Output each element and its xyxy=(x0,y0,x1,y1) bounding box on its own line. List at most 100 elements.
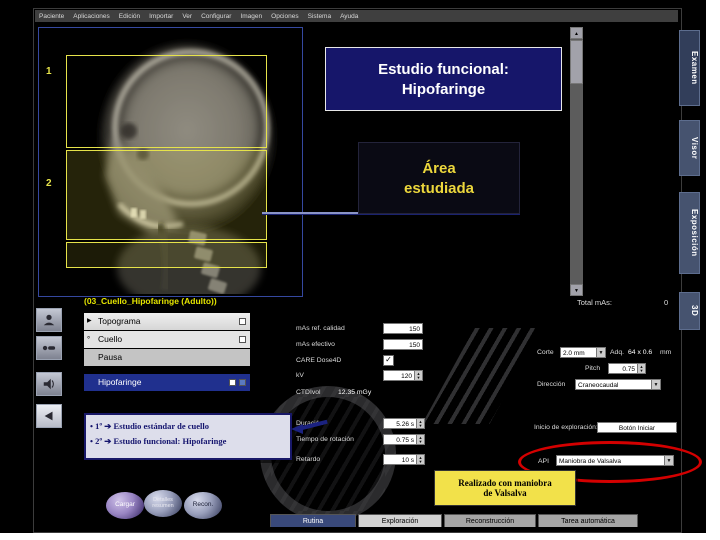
audio-instruction-button[interactable] xyxy=(36,372,62,396)
direction-dropdown[interactable]: Craneocaudal ▼ xyxy=(575,379,661,390)
tab-3d[interactable]: 3D xyxy=(679,292,700,330)
tab-exploracion[interactable]: Exploración xyxy=(358,514,442,527)
pitch-spinner[interactable]: ▲ ▼ xyxy=(638,363,646,374)
callout-area-line2: estudiada xyxy=(403,179,475,197)
rotation-value[interactable]: 0.75 s xyxy=(383,434,417,445)
detalles-button-label: Detalles resumen xyxy=(152,496,174,509)
step-topograma-label: Topograma xyxy=(98,316,141,326)
delay-value[interactable]: 10 s xyxy=(383,454,417,465)
valsalva-note-line2: de Valsalva xyxy=(483,488,527,498)
kv-value[interactable]: 120 xyxy=(383,370,415,381)
scan-range-box-1[interactable] xyxy=(66,55,267,148)
step-hipofaringe[interactable]: Hipofaringe xyxy=(84,374,250,391)
tab-rutina[interactable]: Rutina xyxy=(270,514,356,527)
rotation-spinner[interactable]: ▲ ▼ xyxy=(417,434,425,445)
duration-value[interactable]: 5.26 s xyxy=(383,418,417,429)
mas-ref-field[interactable]: 150 xyxy=(383,323,423,334)
tab-examen[interactable]: Examen xyxy=(679,30,700,106)
console-screenshot: Paciente Aplicaciones Edición Importar V… xyxy=(0,0,706,533)
delay-spinner[interactable]: ▲ ▼ xyxy=(417,454,425,465)
callout-functional-study: Estudio funcional: Hipofaringe xyxy=(325,47,562,111)
ctdi-label: CTDIvol xyxy=(296,389,321,396)
pitch-field[interactable]: 0.75 ▲ ▼ xyxy=(608,363,646,374)
mas-eff-label: mAs efectivo xyxy=(296,341,335,348)
kv-spinner[interactable]: ▲ ▼ xyxy=(415,370,423,381)
step-cuello[interactable]: ° Cuello xyxy=(84,331,250,348)
duration-field[interactable]: 5.26 s ▲ ▼ xyxy=(383,418,425,429)
tab-exposicion[interactable]: Exposición xyxy=(679,192,700,274)
scroll-down-icon[interactable]: ▼ xyxy=(570,284,583,296)
slice-value[interactable]: 2.0 mm xyxy=(560,347,597,358)
patient-head-icon xyxy=(43,314,55,326)
care-dose-label: CARE Dose4D xyxy=(296,357,342,364)
image-area-scrollbar[interactable]: ▲ ▼ xyxy=(570,27,583,296)
menu-item-opciones[interactable]: Opciones xyxy=(271,13,298,20)
mas-eff-field[interactable]: 150 xyxy=(383,339,423,350)
menu-item-aplicaciones[interactable]: Aplicaciones xyxy=(73,13,110,20)
tab-visor[interactable]: Visor xyxy=(679,120,700,176)
mas-ref-value[interactable]: 150 xyxy=(383,323,423,334)
menu-item-paciente[interactable]: Paciente xyxy=(39,13,64,20)
step-hipofaringe-recon-box[interactable] xyxy=(239,379,246,386)
dropdown-arrow-icon[interactable]: ▼ xyxy=(597,347,606,358)
duration-spinner[interactable]: ▲ ▼ xyxy=(417,418,425,429)
kv-field[interactable]: 120 ▲ ▼ xyxy=(383,370,423,381)
spin-down-icon[interactable]: ▼ xyxy=(640,368,644,373)
step-topograma[interactable]: ▶ Topograma xyxy=(84,313,250,330)
step-pausa[interactable]: Pausa xyxy=(84,349,250,366)
patient-orientation-button[interactable] xyxy=(36,336,62,360)
menu-item-ver[interactable]: Ver xyxy=(182,13,192,20)
dropdown-arrow-icon[interactable]: ▼ xyxy=(652,379,661,390)
study-order-line1: • 1º ➔ Estudio estándar de cuello xyxy=(90,421,210,431)
scroll-up-icon[interactable]: ▲ xyxy=(570,27,583,39)
selection-tool-button[interactable] xyxy=(36,404,62,428)
cargar-button-label: Cargar xyxy=(115,501,135,509)
step-cuello-checkbox[interactable] xyxy=(239,336,246,343)
recon-button-label: Recon. xyxy=(192,501,214,509)
scan-start-field[interactable]: Botón Iniciar xyxy=(597,422,677,433)
callout-studied-area: Área estudiada xyxy=(358,142,520,214)
scrollbar-thumb[interactable] xyxy=(570,40,583,84)
delay-field[interactable]: 10 s ▲ ▼ xyxy=(383,454,425,465)
range-number-1: 1 xyxy=(46,66,52,77)
menu-item-edicion[interactable]: Edición xyxy=(119,13,140,20)
step-cuello-label: Cuello xyxy=(98,334,123,344)
callout-functional-line2: Hipofaringe xyxy=(401,80,486,98)
step-hipofaringe-checkbox[interactable] xyxy=(229,379,236,386)
care-dose-checkbox[interactable]: ✓ xyxy=(383,355,394,366)
pitch-value[interactable]: 0.75 xyxy=(608,363,638,374)
cargar-button[interactable]: Cargar xyxy=(106,492,144,519)
detalles-button[interactable]: Detalles resumen xyxy=(144,490,182,517)
acq-value: 64 x 0.6 xyxy=(628,349,653,356)
mas-eff-value[interactable]: 150 xyxy=(383,339,423,350)
spin-down-icon[interactable]: ▼ xyxy=(419,459,423,464)
tab-tarea-automatica[interactable]: Tarea automática xyxy=(538,514,638,527)
menu-item-configurar[interactable]: Configurar xyxy=(201,13,231,20)
patient-position-button[interactable] xyxy=(36,308,62,332)
rotation-field[interactable]: 0.75 s ▲ ▼ xyxy=(383,434,425,445)
step-topograma-checkbox[interactable] xyxy=(239,318,246,325)
direction-value[interactable]: Craneocaudal xyxy=(575,379,652,390)
speaker-icon xyxy=(43,378,54,390)
spin-down-icon[interactable]: ▼ xyxy=(417,375,421,380)
scout-image-viewport[interactable]: 1 2 xyxy=(38,27,303,297)
scan-range-box-3[interactable] xyxy=(66,242,267,268)
recon-button[interactable]: Recon. xyxy=(184,492,222,519)
acq-unit: mm xyxy=(660,349,672,356)
spin-down-icon[interactable]: ▼ xyxy=(419,423,423,428)
spin-down-icon[interactable]: ▼ xyxy=(419,439,423,444)
delay-label: Retardo xyxy=(296,456,321,463)
annotation-study-order-note: • 1º ➔ Estudio estándar de cuello • 2º ➔… xyxy=(84,413,292,460)
menu-item-ayuda[interactable]: Ayuda xyxy=(340,13,358,20)
menu-item-sistema[interactable]: Sistema xyxy=(308,13,331,20)
scan-start-value[interactable]: Botón Iniciar xyxy=(597,422,677,433)
scan-range-box-2[interactable] xyxy=(66,150,267,240)
repeat-marker-icon: ° xyxy=(87,335,91,344)
tab-reconstruccion[interactable]: Reconstrucción xyxy=(444,514,536,527)
slice-dropdown[interactable]: 2.0 mm ▼ xyxy=(560,347,606,358)
checkmark-icon: ✓ xyxy=(385,355,392,364)
menu-item-importar[interactable]: Importar xyxy=(149,13,173,20)
menu-item-imagen[interactable]: Imagen xyxy=(240,13,262,20)
step-hipofaringe-label: Hipofaringe xyxy=(98,377,142,387)
total-mas-label: Total mAs: xyxy=(577,298,613,307)
